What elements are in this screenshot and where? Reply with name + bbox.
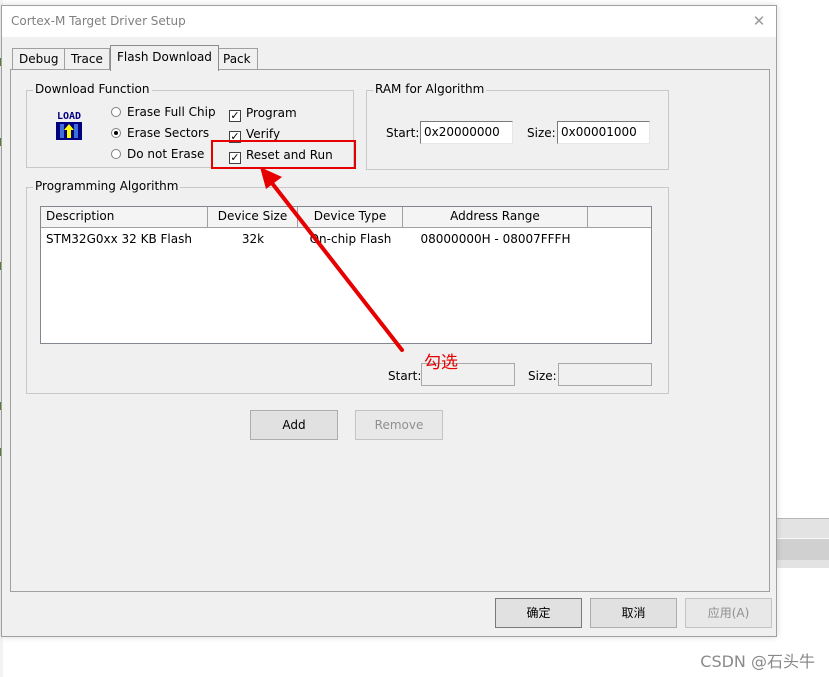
radio-selected-icon (111, 128, 121, 138)
ram-for-algorithm-title: RAM for Algorithm (373, 82, 487, 96)
cancel-button[interactable]: 取消 (590, 598, 677, 628)
watermark: CSDN @石头牛 (700, 652, 815, 671)
column-header-device-type[interactable]: Device Type (298, 207, 403, 228)
ram-size-label: Size: (527, 126, 556, 140)
svg-text:LOAD: LOAD (57, 111, 81, 122)
erase-full-chip-radio[interactable]: Erase Full Chip (111, 105, 216, 119)
flash-download-page: Download Function LOAD Erase Full Chip E… (10, 69, 770, 592)
algorithm-start-label: Start: (388, 369, 422, 383)
row-address-range: 08000000H - 08007FFFH (420, 232, 571, 246)
annotation-highlight-box (211, 140, 356, 169)
title-bar: Cortex-M Target Driver Setup ✕ (2, 6, 776, 37)
column-header-address-range[interactable]: Address Range (403, 207, 588, 228)
tab-trace[interactable]: Trace (64, 48, 110, 70)
remove-button[interactable]: Remove (355, 410, 443, 440)
tab-flash-download[interactable]: Flash Download (110, 45, 219, 71)
algorithm-size-input[interactable] (558, 363, 652, 386)
algorithm-size-label: Size: (528, 369, 557, 383)
do-not-erase-radio[interactable]: Do not Erase (111, 147, 204, 161)
column-header-device-size[interactable]: Device Size (208, 207, 298, 228)
radio-icon (111, 107, 121, 117)
ram-start-input[interactable]: 0x20000000 (420, 121, 513, 144)
programming-algorithm-title: Programming Algorithm (33, 179, 181, 193)
row-description: STM32G0xx 32 KB Flash (46, 232, 192, 246)
background-window-band (776, 538, 829, 560)
load-icon: LOAD (52, 110, 86, 144)
download-function-title: Download Function (33, 82, 152, 96)
erase-sectors-radio[interactable]: Erase Sectors (111, 126, 209, 140)
add-button[interactable]: Add (250, 410, 338, 440)
window-title: Cortex-M Target Driver Setup (11, 14, 186, 28)
ram-for-algorithm-group: RAM for Algorithm Start: 0x20000000 Size… (366, 82, 669, 170)
tab-debug[interactable]: Debug (12, 48, 66, 70)
checkmark-icon: ✓ (229, 109, 241, 122)
row-device-size: 32k (241, 232, 265, 246)
close-icon[interactable]: ✕ (750, 12, 768, 30)
column-header-empty (588, 207, 651, 228)
target-driver-setup-dialog: Cortex-M Target Driver Setup ✕ Debug Tra… (1, 5, 777, 637)
annotation-label: 勾选 (424, 353, 458, 373)
program-checkbox[interactable]: ✓ Program (229, 106, 297, 122)
ok-button[interactable]: 确定 (495, 598, 582, 628)
ram-start-label: Start: (386, 126, 420, 140)
row-device-type: On-chip Flash (309, 232, 392, 246)
algorithm-list[interactable]: Description Device Size Device Type Addr… (40, 206, 652, 344)
apply-button[interactable]: 应用(A) (685, 598, 772, 628)
tab-pack[interactable]: Pack (216, 48, 258, 70)
radio-icon (111, 149, 121, 159)
column-header-description[interactable]: Description (41, 207, 208, 228)
ram-size-input[interactable]: 0x00001000 (557, 121, 650, 144)
